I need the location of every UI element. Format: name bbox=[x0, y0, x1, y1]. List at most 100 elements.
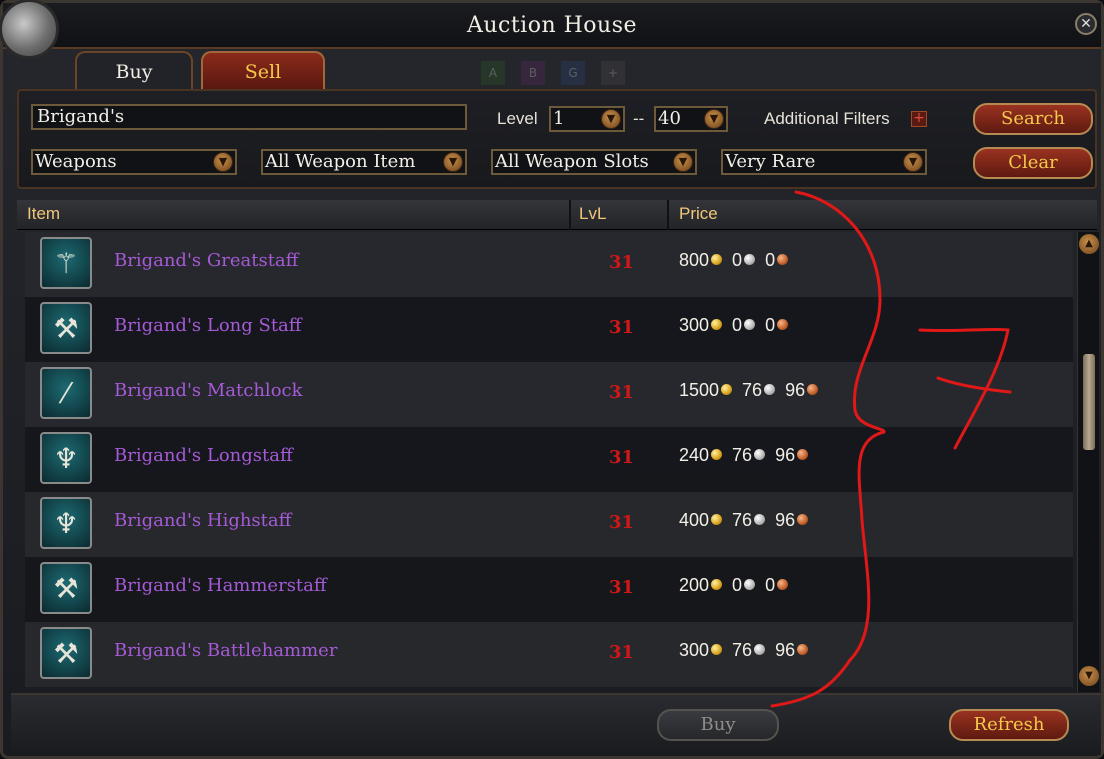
additional-filters-label: Additional Filters bbox=[764, 109, 890, 128]
item-name: Brigand's Battlehammer bbox=[114, 640, 338, 661]
tab-buy[interactable]: Buy bbox=[75, 51, 193, 89]
gold-amount: 400 bbox=[679, 510, 710, 530]
staff-icon: ⚚ bbox=[40, 237, 92, 289]
gold-amount: 200 bbox=[679, 575, 710, 595]
silver-coin-icon bbox=[744, 579, 756, 590]
title-bar: Auction House ✕ bbox=[3, 3, 1101, 49]
silver-coin-icon bbox=[754, 514, 766, 525]
item-level: 31 bbox=[609, 447, 635, 468]
close-icon[interactable]: ✕ bbox=[1075, 13, 1097, 35]
gold-coin-icon bbox=[711, 579, 723, 590]
copper-coin-icon bbox=[797, 644, 809, 655]
copper-coin-icon bbox=[797, 449, 809, 460]
rarity-select[interactable]: Very Rare ▼ bbox=[721, 149, 927, 175]
chevron-down-icon[interactable]: ▼ bbox=[443, 152, 463, 172]
level-max-select[interactable]: 40 ▼ bbox=[654, 106, 728, 132]
table-row[interactable]: ♆ Brigand's Highstaff 31 400 76 96 bbox=[25, 492, 1073, 557]
item-name: Brigand's Greatstaff bbox=[114, 250, 299, 271]
buy-button[interactable]: Buy bbox=[657, 709, 779, 741]
faded-square: G bbox=[561, 61, 585, 85]
gold-coin-icon bbox=[711, 254, 723, 265]
chevron-down-icon[interactable]: ▼ bbox=[704, 109, 724, 129]
level-min-select[interactable]: 1 ▼ bbox=[549, 106, 625, 132]
auction-house-window: Auction House ✕ Buy Sell A B G + Brigand's … bbox=[0, 0, 1104, 759]
item-level: 31 bbox=[609, 317, 635, 338]
gold-coin-icon bbox=[711, 319, 723, 330]
slot-select[interactable]: All Weapon Slots ▼ bbox=[491, 149, 697, 175]
chevron-down-icon[interactable]: ▼ bbox=[903, 152, 923, 172]
clear-button[interactable]: Clear bbox=[973, 147, 1093, 179]
chevron-down-icon[interactable]: ▼ bbox=[601, 109, 621, 129]
table-row[interactable]: ♆ Brigand's Longstaff 31 240 76 96 bbox=[25, 427, 1073, 492]
gold-coin-icon bbox=[711, 514, 723, 525]
silver-coin-icon bbox=[744, 254, 756, 265]
table-row[interactable]: ⚒ Brigand's Battlehammer 31 300 76 96 bbox=[25, 622, 1073, 687]
table-header: Item LvL Price bbox=[17, 200, 1097, 230]
rarity-value: Very Rare bbox=[725, 151, 816, 172]
staff-icon: ♆ bbox=[40, 497, 92, 549]
corner-ornament-icon bbox=[0, 0, 59, 59]
item-level: 31 bbox=[609, 382, 635, 403]
results-scrollbar[interactable]: ▲ ▼ bbox=[1077, 232, 1099, 692]
plus-icon[interactable]: + bbox=[911, 111, 927, 127]
category-select[interactable]: Weapons ▼ bbox=[31, 149, 237, 175]
level-min-value: 1 bbox=[553, 108, 565, 129]
copper-coin-icon bbox=[807, 384, 819, 395]
staff-icon: ♆ bbox=[40, 432, 92, 484]
silver-coin-icon bbox=[754, 644, 766, 655]
silver-amount: 76 bbox=[732, 510, 753, 530]
item-price: 300 0 0 bbox=[679, 315, 798, 336]
item-name: Brigand's Matchlock bbox=[114, 380, 303, 401]
item-type-select[interactable]: All Weapon Item ▼ bbox=[261, 149, 467, 175]
copper-amount: 96 bbox=[785, 380, 806, 400]
item-name: Brigand's Long Staff bbox=[114, 315, 302, 336]
bottom-bar bbox=[11, 693, 1101, 755]
copper-amount: 96 bbox=[775, 640, 796, 660]
search-button[interactable]: Search bbox=[973, 103, 1093, 135]
scroll-down-icon[interactable]: ▼ bbox=[1079, 666, 1099, 686]
copper-amount: 96 bbox=[775, 510, 796, 530]
chevron-down-icon[interactable]: ▼ bbox=[673, 152, 693, 172]
copper-amount: 0 bbox=[765, 575, 776, 595]
tab-sell[interactable]: Sell bbox=[201, 51, 325, 89]
gold-amount: 300 bbox=[679, 640, 710, 660]
column-header-price[interactable]: Price bbox=[673, 200, 1093, 230]
silver-amount: 76 bbox=[732, 445, 753, 465]
copper-coin-icon bbox=[777, 579, 789, 590]
table-row[interactable]: ⚒ Brigand's Hammerstaff 31 200 0 0 bbox=[25, 557, 1073, 622]
item-price: 240 76 96 bbox=[679, 445, 818, 466]
table-row[interactable]: ⁄ Brigand's Matchlock 31 1500 76 96 bbox=[25, 362, 1073, 427]
scroll-thumb[interactable] bbox=[1083, 354, 1095, 450]
copper-coin-icon bbox=[797, 514, 809, 525]
item-price: 1500 76 96 bbox=[679, 380, 828, 401]
search-input[interactable]: Brigand's bbox=[31, 104, 467, 130]
scroll-up-icon[interactable]: ▲ bbox=[1079, 234, 1099, 254]
silver-amount: 0 bbox=[732, 575, 743, 595]
silver-amount: 76 bbox=[742, 380, 763, 400]
silver-amount: 0 bbox=[732, 315, 743, 335]
level-max-value: 40 bbox=[658, 108, 681, 129]
results-list: ⚚ Brigand's Greatstaff 31 800 0 0 ⚒ Brigan… bbox=[25, 232, 1073, 687]
silver-amount: 0 bbox=[732, 250, 743, 270]
faded-square: B bbox=[521, 61, 545, 85]
refresh-button[interactable]: Refresh bbox=[949, 709, 1069, 741]
item-name: Brigand's Hammerstaff bbox=[114, 575, 327, 596]
copper-amount: 0 bbox=[765, 315, 776, 335]
faded-background-squares: A B G + bbox=[481, 61, 641, 85]
table-row[interactable]: ⚒ Brigand's Long Staff 31 300 0 0 bbox=[25, 297, 1073, 362]
hammer-icon: ⚒ bbox=[40, 627, 92, 679]
item-name: Brigand's Highstaff bbox=[114, 510, 292, 531]
gold-coin-icon bbox=[721, 384, 733, 395]
copper-coin-icon bbox=[777, 254, 789, 265]
staff-icon: ⚒ bbox=[40, 302, 92, 354]
level-label: Level bbox=[497, 109, 538, 128]
chevron-down-icon[interactable]: ▼ bbox=[213, 152, 233, 172]
table-row[interactable]: ⚚ Brigand's Greatstaff 31 800 0 0 bbox=[25, 232, 1073, 297]
column-header-item[interactable]: Item bbox=[21, 200, 571, 230]
gold-amount: 800 bbox=[679, 250, 710, 270]
column-header-level[interactable]: LvL bbox=[573, 200, 669, 230]
silver-amount: 76 bbox=[732, 640, 753, 660]
silver-coin-icon bbox=[744, 319, 756, 330]
gold-amount: 300 bbox=[679, 315, 710, 335]
item-level: 31 bbox=[609, 252, 635, 273]
